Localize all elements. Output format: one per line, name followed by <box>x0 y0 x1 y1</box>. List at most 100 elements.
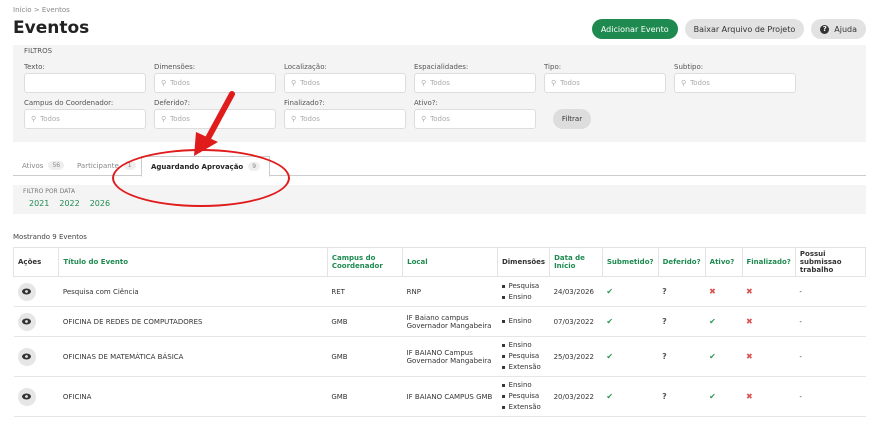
col-header: Ações <box>12 247 60 277</box>
col-header[interactable]: Campus do Coordenador <box>326 247 404 277</box>
deferido-cell: ? <box>658 306 706 337</box>
results-count: Mostrando 9 Eventos <box>13 233 87 241</box>
x-icon: ✖ <box>746 317 753 326</box>
question-icon: ? <box>662 287 667 296</box>
x-icon: ✖ <box>746 287 753 296</box>
filters-panel: FILTROS Texto: Dimensões: ⚲ Todos Localiz… <box>13 45 866 142</box>
finalizado-cell: ✖ <box>742 306 796 337</box>
texto-input[interactable] <box>24 73 146 93</box>
dimension-item: Pesquisa <box>501 351 545 362</box>
submetido-cell: ✔ <box>602 376 659 417</box>
dimensoes-label: Dimensões: <box>154 63 196 71</box>
search-icon: ⚲ <box>31 115 37 123</box>
col-header[interactable]: Título do Evento <box>58 247 328 277</box>
year-link-2021[interactable]: 2021 <box>29 199 49 208</box>
local-cell: IF BAIANO Campus Governador Mangabeira <box>402 336 498 377</box>
especialidades-placeholder: Todos <box>430 79 450 87</box>
download-project-button[interactable]: Baixar Arquivo de Projeto <box>684 19 805 39</box>
events-table: Ações Título do Evento Campus do Coorden… <box>12 247 867 417</box>
help-label: Ajuda <box>834 24 857 34</box>
event-title: OFICINA <box>58 376 328 417</box>
ativo-placeholder: Todos <box>430 115 450 123</box>
year-link-2022[interactable]: 2022 <box>59 199 79 208</box>
finalizado-select[interactable]: ⚲ Todos <box>284 109 406 129</box>
start-date-cell: 24/03/2026 <box>549 276 603 307</box>
question-icon: ? <box>662 317 667 326</box>
ativo-cell: ✖ <box>705 276 742 307</box>
deferido-cell: ? <box>658 376 706 417</box>
especialidades-label: Espacialidades: <box>414 63 469 71</box>
eye-icon <box>22 288 31 295</box>
filter-button[interactable]: Filtrar <box>553 109 591 129</box>
deferido-label: Deferido?: <box>154 99 191 107</box>
start-date-cell: 07/03/2022 <box>549 306 603 337</box>
campus-placeholder: Todos <box>40 115 60 123</box>
view-button[interactable] <box>17 347 36 366</box>
dimension-item: Ensino <box>501 340 545 351</box>
col-header[interactable]: Local <box>402 247 498 277</box>
finalizado-cell: ✖ <box>742 276 796 307</box>
col-header[interactable]: Deferido? <box>657 247 706 277</box>
event-title: OFICINA DE REDES DE COMPUTADORES <box>58 306 328 337</box>
eye-icon <box>22 353 31 360</box>
ativo-cell: ✔ <box>705 336 742 377</box>
check-icon: ✔ <box>606 352 614 361</box>
especialidades-select[interactable]: ⚲ Todos <box>414 73 536 93</box>
col-header[interactable]: Submetido? <box>601 247 659 277</box>
view-button[interactable] <box>17 387 36 406</box>
table-row: OFICINA DE REDES DE COMPUTADORES GMB IF Ba… <box>13 306 866 337</box>
eye-icon <box>22 318 31 325</box>
dimension-item: Extensão <box>501 362 545 373</box>
ativo-select[interactable]: ⚲ Todos <box>414 109 536 129</box>
col-header: Dimensões <box>496 247 551 277</box>
question-icon: ? <box>662 392 667 401</box>
add-event-button[interactable]: Adicionar Evento <box>591 19 678 39</box>
dimension-item: Pesquisa <box>501 391 545 402</box>
top-actions: Adicionar Evento Baixar Arquivo de Proje… <box>591 19 866 39</box>
subtipo-select[interactable]: ⚲ Todos <box>674 73 796 93</box>
campus-label: Campus do Coordenador: <box>24 99 114 107</box>
possui-cell: - <box>795 336 866 377</box>
campus-cell: RET <box>327 276 403 307</box>
eye-icon <box>22 393 31 400</box>
check-icon: ✔ <box>709 392 716 401</box>
x-icon: ✖ <box>709 287 716 296</box>
search-icon: ⚲ <box>161 115 167 123</box>
col-header[interactable]: Data de Início <box>549 247 603 277</box>
ativo-label: Ativo?: <box>414 99 438 107</box>
deferido-cell: ? <box>658 276 706 307</box>
help-button[interactable]: ? Ajuda <box>811 19 866 39</box>
campus-cell: GMB <box>327 336 403 377</box>
submetido-cell: ✔ <box>602 306 659 337</box>
tipo-select[interactable]: ⚲ Todos <box>544 73 666 93</box>
actions-cell <box>13 306 59 337</box>
tipo-placeholder: Todos <box>560 79 580 87</box>
col-header[interactable]: Ativo? <box>704 247 743 277</box>
campus-select[interactable]: ⚲ Todos <box>24 109 146 129</box>
search-icon: ⚲ <box>291 115 297 123</box>
local-cell: IF BAIANO CAMPUS GMB <box>402 376 498 417</box>
col-header[interactable]: Finalizado? <box>741 247 796 277</box>
ativo-cell: ✔ <box>705 306 742 337</box>
tab-ativos[interactable]: Ativos 56 <box>22 155 65 176</box>
dimensions-cell: EnsinoPesquisaExtensão <box>497 336 550 377</box>
dimensions-cell: PesquisaEnsino <box>497 276 550 307</box>
deferido-cell: ? <box>658 336 706 377</box>
page-title: Eventos <box>13 18 90 38</box>
possui-cell: - <box>795 276 866 307</box>
finalizado-cell: ✖ <box>742 336 796 377</box>
localizacao-select[interactable]: ⚲ Todos <box>284 73 406 93</box>
event-title: Pesquisa com Ciência <box>58 276 328 307</box>
search-icon: ⚲ <box>551 79 557 87</box>
year-link-2026[interactable]: 2026 <box>90 199 110 208</box>
breadcrumb: Início > Eventos <box>13 6 70 14</box>
year-links: 2021 2022 2026 <box>29 199 110 208</box>
finalizado-label: Finalizado?: <box>284 99 325 107</box>
view-button[interactable] <box>17 282 36 301</box>
tab-label: Participante <box>77 161 119 170</box>
ativo-cell: ✔ <box>705 376 742 417</box>
actions-cell <box>13 276 59 307</box>
finalizado-placeholder: Todos <box>300 115 320 123</box>
view-button[interactable] <box>17 312 36 331</box>
dimension-item: Pesquisa <box>501 281 545 292</box>
